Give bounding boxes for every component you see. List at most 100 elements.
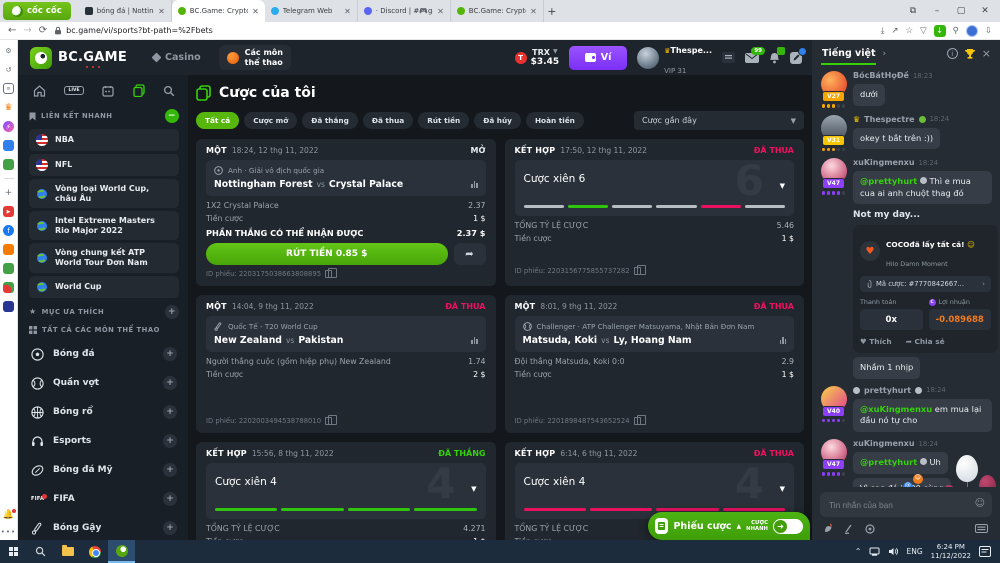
expand-plus-button[interactable]: + [163,434,177,448]
settings-gear-icon[interactable]: ⚙ [3,45,14,56]
bell-icon[interactable] [769,52,780,64]
add-shortcut-icon[interactable]: + [3,187,14,198]
shopee-app-icon[interactable] [3,244,14,255]
reload-icon[interactable]: ⟳ [39,26,47,36]
keyboard-icon[interactable] [975,524,988,533]
mention[interactable]: @xuKingmenxu [860,404,932,414]
tray-expand-icon[interactable]: ⌃ [855,547,862,556]
cashout-button[interactable]: RÚT TIỀN 0.85 $ [206,243,448,265]
shield-icon[interactable]: ▽ [920,26,927,36]
home-icon[interactable] [33,85,46,97]
currency-selector[interactable]: T TRX▼ $3.45 [515,48,559,68]
close-icon[interactable]: × [982,47,991,60]
stats-icon[interactable] [471,337,478,344]
bcgame-logo[interactable]: BC.GAME [30,47,127,69]
betslip-button[interactable]: Phiếu cược ▲ CƯỢC NHANH ➜ [648,512,810,540]
mention[interactable]: @prettyhurt [860,457,917,467]
volume-icon[interactable] [888,547,898,556]
sport-item-american-football[interactable]: Bóng đá Mỹ+ [29,456,179,485]
search-icon[interactable] [163,85,175,97]
tab-close-icon[interactable]: ✕ [344,7,351,16]
share-icon[interactable]: ↗ [891,26,898,36]
network-icon[interactable] [869,547,880,556]
match-panel[interactable]: Anh · Giải vô địch quốc gia Nottingham F… [206,160,486,196]
chevron-down-icon[interactable]: ▼ [471,485,476,493]
quick-link-wcq-europe[interactable]: Vòng loại World Cup, châu Âu [29,179,179,208]
start-button[interactable] [0,540,27,563]
quick-link-nfl[interactable]: NFL [29,154,179,176]
browser-tab[interactable]: BC.Game: Crypto Casino Gar ✕ [451,0,544,22]
filter-cashout[interactable]: Rút tiền [418,112,469,129]
copy-icon[interactable] [634,417,641,425]
expand-plus-button[interactable]: + [163,347,177,361]
copy-icon[interactable] [325,270,332,278]
sport-item-fifa[interactable]: FIFA FIFA+ [29,485,179,514]
action-center-icon[interactable] [979,546,991,557]
green-app-icon[interactable] [3,263,14,274]
chevron-down-icon[interactable]: ▼ [780,182,785,190]
my-bets-icon[interactable] [133,84,145,97]
coccoc-taskbar-icon[interactable] [108,540,135,563]
sport-item-basketball[interactable]: Bóng rổ+ [29,398,179,427]
pip-icon[interactable]: ⧉ [902,1,924,21]
filter-won[interactable]: Đã thắng [302,112,358,129]
gamepad-icon[interactable] [3,159,14,170]
notification-bell-icon[interactable]: 🔔 [3,510,14,520]
new-tab-button[interactable]: + [544,3,560,19]
share-button[interactable]: ➦ Chia sẻ [906,337,945,346]
share-bet-button[interactable]: ➦ [454,243,486,265]
coccoc-brand-button[interactable]: cốc cốc [3,2,71,20]
menu-list-icon[interactable] [722,52,735,63]
wallet-button[interactable]: Ví [569,46,627,70]
chat-message-input[interactable] [820,492,992,517]
combo-panel[interactable]: Cược xiên 4 4 ▼ [515,463,795,519]
chevron-down-icon[interactable]: ▼ [780,485,785,493]
quick-link-nba[interactable]: NBA [29,129,179,151]
expand-plus-button[interactable]: + [163,376,177,390]
more-ellipsis-icon[interactable]: ••• [1,528,16,536]
extension-icon[interactable]: ⚲ [953,26,959,36]
add-favorite-button[interactable]: + [165,305,179,319]
expand-plus-button[interactable]: + [163,405,177,419]
tab-close-icon[interactable]: ✕ [437,7,444,16]
crown-icon[interactable]: ♛ [3,102,14,113]
messenger-icon[interactable]: ⚡ [3,121,14,132]
nav-casino[interactable]: Casino [153,52,201,63]
quick-bet-toggle[interactable]: ➜ [773,519,803,534]
input-language[interactable]: ENG [906,547,922,556]
download-button[interactable]: ↓ [934,25,946,37]
bet-code-row[interactable]: Mã cược: #7770842667... › [860,276,991,292]
browser-tab[interactable]: · Discord | #🎮games | BC G ✕ [358,0,451,22]
forward-icon[interactable]: → [23,26,31,36]
copy-icon[interactable] [325,417,332,425]
stats-icon[interactable] [471,181,478,188]
history-clock-icon[interactable]: ↺ [3,64,14,75]
bookmark-star-icon[interactable]: ☆ [905,26,913,36]
browser-tab[interactable]: bóng đá | Nottingham Fores ✕ [79,0,172,22]
calendar-icon[interactable] [102,85,114,97]
url-box[interactable]: bc.game/vi/sports?bt-path=%2Fbets [54,26,873,35]
combo-panel[interactable]: Cược xiên 6 6 ▼ [515,160,795,216]
maximize-button[interactable]: ▢ [950,1,972,21]
chevron-right-icon[interactable]: › [882,49,886,59]
copy-icon[interactable] [634,267,641,275]
info-icon[interactable]: i [947,48,958,59]
watermelon-app-icon[interactable] [3,282,14,293]
expand-plus-button[interactable]: + [163,492,177,506]
sport-item-football[interactable]: Bóng đá+ [29,340,179,369]
chat-language-tab[interactable]: Tiếng việt [821,43,876,65]
sport-item-esports[interactable]: Esports+ [29,427,179,456]
tab-close-icon[interactable]: ✕ [530,7,537,16]
browser-tab-active[interactable]: BC.Game: Crypto Casino Gam ✕ [172,0,265,22]
dark-app-icon[interactable] [3,301,14,312]
downloads-tray-icon[interactable]: ⇩ [985,26,992,36]
browser-tab[interactable]: Telegram Web ✕ [265,0,358,22]
combo-panel[interactable]: Cược xiên 4 4 ▼ [206,463,486,519]
youtube-icon[interactable]: ▶ [3,206,14,217]
match-panel[interactable]: Quốc Tế - T20 World Cup New ZealandvsPak… [206,316,486,352]
reading-list-icon[interactable]: ≡ [3,83,14,94]
close-button[interactable]: ✕ [974,1,996,21]
shared-bet-card[interactable]: ♥ COCOđã lấy tất cả! ☺ Hilo Damn Moment … [853,225,998,353]
tab-close-icon[interactable]: ✕ [158,7,165,16]
taskbar-clock[interactable]: 6:24 PM 11/12/2022 [931,543,971,561]
